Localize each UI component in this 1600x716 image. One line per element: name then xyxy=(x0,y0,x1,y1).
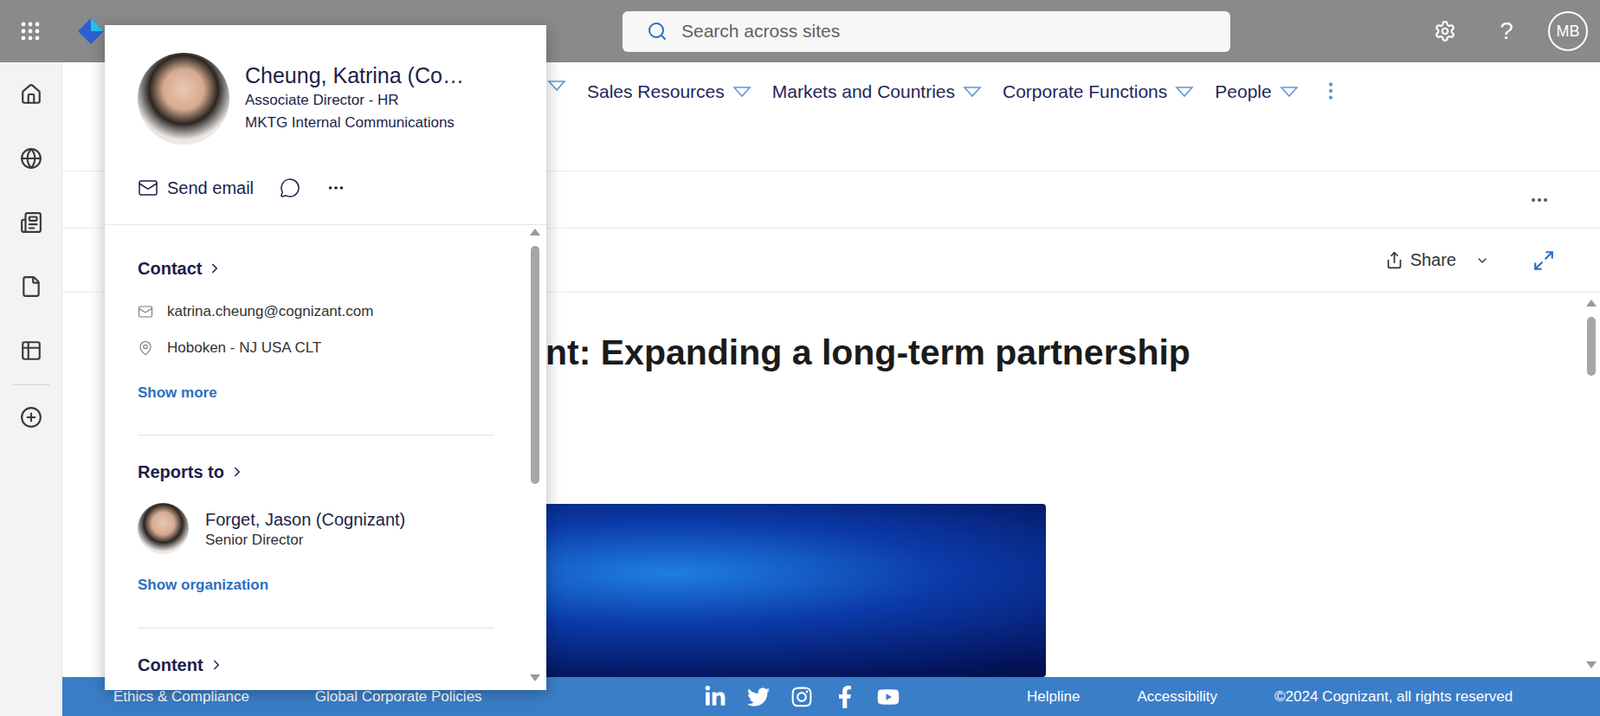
profile-details: Contact katrina.cheung@cognizant.com Hobok… xyxy=(104,225,547,691)
footer-link[interactable]: Helpline xyxy=(1026,688,1080,706)
logo-icon[interactable] xyxy=(76,16,106,46)
rail-item[interactable] xyxy=(0,62,62,127)
scroll-track[interactable] xyxy=(529,235,541,675)
app-rail xyxy=(0,62,63,716)
scroll-down-icon[interactable] xyxy=(529,674,541,682)
social-links xyxy=(685,685,972,709)
rail-item[interactable] xyxy=(0,318,62,383)
email-row[interactable]: katrina.cheung@cognizant.com xyxy=(137,301,495,323)
chevron-right-icon xyxy=(206,260,223,277)
profile-card: Cheung, Katrina (Co…Associate Director -… xyxy=(104,25,547,691)
facebook-icon[interactable] xyxy=(833,685,857,709)
suite-bar-right: ? MB xyxy=(1230,11,1600,52)
contact-section: Contact katrina.cheung@cognizant.com Hobok… xyxy=(137,225,495,436)
section-heading[interactable]: Content xyxy=(137,654,495,676)
manager-title: Senior Director xyxy=(205,530,406,550)
location-row: Hoboken - NJ USA CLT xyxy=(137,337,495,359)
dropdown-chevron-icon[interactable] xyxy=(1279,85,1299,98)
search-icon xyxy=(646,20,668,42)
scroll-thumb[interactable] xyxy=(530,245,540,484)
home-icon xyxy=(19,83,43,106)
rail-item[interactable] xyxy=(0,190,62,255)
search-box[interactable]: Search across sites xyxy=(622,11,1231,52)
manager-row[interactable]: Forget, Jason (Cognizant)Senior Director xyxy=(137,503,495,555)
chevron-right-icon xyxy=(229,464,246,480)
scroll-down-icon[interactable] xyxy=(1586,661,1597,669)
expand-icon[interactable] xyxy=(1532,249,1555,272)
instagram-icon[interactable] xyxy=(790,685,813,709)
send-email-button[interactable]: Send email xyxy=(137,177,254,199)
page-scrollbar[interactable] xyxy=(1582,292,1600,678)
manager-name: Forget, Jason (Cognizant) xyxy=(205,508,406,531)
news-icon xyxy=(19,211,43,234)
footer-link[interactable]: Global Corporate Policies xyxy=(315,688,483,706)
account-avatar[interactable]: MB xyxy=(1548,11,1588,52)
nav-item[interactable]: Corporate Functions xyxy=(1002,79,1194,104)
section-heading[interactable]: Reports to xyxy=(137,461,495,483)
sharepoint-page: Search across sites? MB Sales Resources Mar… xyxy=(0,0,1600,716)
dropdown-chevron-icon[interactable] xyxy=(962,85,982,98)
profile-department: MKTG Internal Communications xyxy=(245,111,465,135)
list-icon xyxy=(19,339,43,362)
manager-photo xyxy=(137,503,189,555)
rail-item[interactable] xyxy=(0,254,62,319)
settings-button[interactable] xyxy=(1425,11,1465,52)
footer-links: Ethics & Compliance Global Corporate Poli… xyxy=(62,688,686,706)
card-scrollbar[interactable] xyxy=(529,228,542,682)
chevron-right-icon xyxy=(208,657,225,673)
share-icon xyxy=(1385,251,1404,270)
nav-item[interactable]: Markets and Countries xyxy=(772,79,982,104)
footer-link[interactable]: Accessibility xyxy=(1136,688,1218,706)
more-icon[interactable] xyxy=(326,178,346,198)
scroll-thumb[interactable] xyxy=(1587,316,1596,376)
help-button[interactable]: ? xyxy=(1486,11,1527,52)
footer-link[interactable]: Ethics & Compliance xyxy=(113,688,250,706)
file-icon xyxy=(19,275,43,298)
scroll-up-icon[interactable] xyxy=(1586,299,1597,307)
divider xyxy=(137,627,495,629)
nav-item[interactable]: Sales Resources xyxy=(587,79,752,104)
reports-to-section: Reports to Forget, Jason (Cognizant)Senio… xyxy=(137,435,495,629)
youtube-icon[interactable] xyxy=(877,685,900,709)
nav-item[interactable]: People xyxy=(1214,79,1298,104)
profile-identity: Cheung, Katrina (Co…Associate Director -… xyxy=(245,52,465,145)
gear-icon xyxy=(1433,19,1457,43)
scroll-track[interactable] xyxy=(1586,306,1597,662)
more-icon[interactable] xyxy=(1529,189,1550,211)
app-launcher-icon[interactable] xyxy=(20,21,40,41)
dropdown-chevron-icon[interactable] xyxy=(1174,85,1194,98)
rail-item[interactable] xyxy=(0,126,62,191)
linkedin-icon[interactable] xyxy=(703,685,727,709)
article-title: nt: Expanding a long-term partnership xyxy=(545,330,1583,375)
profile-title: Associate Director - HR xyxy=(245,89,465,112)
content-section: Content xyxy=(137,628,495,676)
show-organization-link[interactable]: Show organization xyxy=(137,574,495,596)
mail-icon xyxy=(137,177,159,199)
globe-icon xyxy=(19,147,43,170)
divider xyxy=(137,434,495,436)
footer-right: Helpline Accessibility ©2024 Cognizant, al… xyxy=(971,688,1600,706)
create-icon xyxy=(19,406,43,429)
profile-photo xyxy=(137,52,230,145)
rail-divider xyxy=(12,384,50,386)
dropdown-chevron-icon[interactable] xyxy=(547,79,567,92)
profile-name: Cheung, Katrina (Co… xyxy=(245,61,465,90)
profile-header: Cheung, Katrina (Co…Associate Director -… xyxy=(104,25,547,145)
section-heading[interactable]: Contact xyxy=(137,258,495,279)
chat-icon[interactable] xyxy=(279,177,301,199)
twitter-icon[interactable] xyxy=(747,685,770,709)
more-vertical-icon[interactable] xyxy=(1319,79,1342,103)
rail-item[interactable] xyxy=(0,385,62,450)
chevron-down-icon xyxy=(1475,253,1490,268)
location-icon xyxy=(137,340,154,356)
profile-actions: Send email xyxy=(104,170,547,226)
dropdown-chevron-icon[interactable] xyxy=(732,85,752,98)
share-button[interactable]: Share xyxy=(1385,250,1490,271)
manager-info: Forget, Jason (Cognizant)Senior Director xyxy=(205,508,406,550)
show-more-link[interactable]: Show more xyxy=(137,382,495,404)
search-placeholder: Search across sites xyxy=(681,20,840,42)
mail-icon xyxy=(137,303,154,320)
scroll-up-icon[interactable] xyxy=(529,228,541,236)
copyright: ©2024 Cognizant, all rights reserved xyxy=(1274,688,1513,706)
